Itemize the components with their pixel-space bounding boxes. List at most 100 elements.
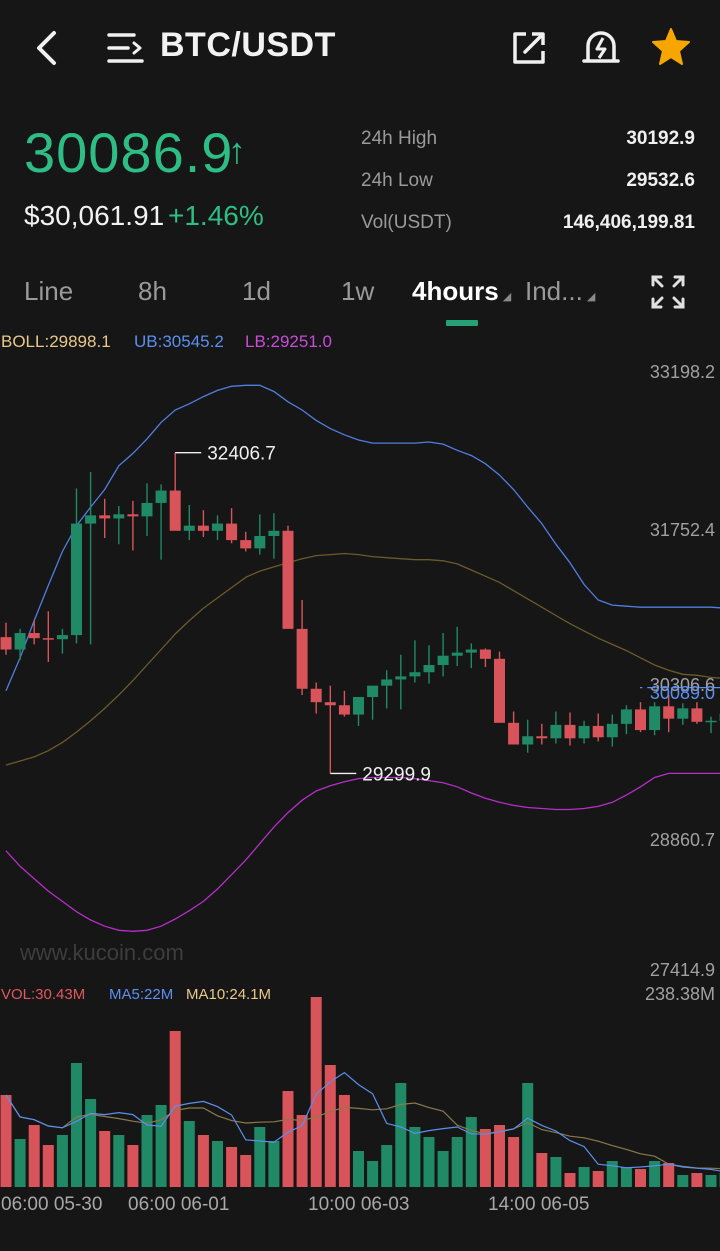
- candle-down: [479, 649, 491, 659]
- date-label: 14:00 06-05: [488, 1194, 590, 1215]
- stat-label-low: 24h Low: [361, 170, 433, 191]
- volume-bar: [169, 1031, 181, 1187]
- low-price-marker: 29299.9: [362, 764, 431, 785]
- volume-bar: [578, 1167, 590, 1187]
- volume-bar: [677, 1175, 689, 1187]
- volume-bar: [85, 1099, 97, 1187]
- external-link-icon[interactable]: [510, 29, 548, 67]
- price-axis-label: 33198.2: [649, 362, 715, 382]
- boll-value: BOLL:29898.1: [1, 332, 111, 351]
- candle-up: [14, 633, 26, 650]
- candle-up: [113, 514, 125, 519]
- candle-down: [564, 724, 576, 739]
- tab-1w[interactable]: 1w: [341, 276, 374, 307]
- candle-up: [212, 523, 223, 531]
- candle-up: [437, 655, 449, 666]
- top-bar: BTC/USDT: [0, 0, 720, 96]
- tab-4hours[interactable]: 4hours ◢: [412, 276, 511, 307]
- tab-line[interactable]: Line: [24, 276, 73, 307]
- candle-down: [282, 530, 294, 629]
- candle-up: [353, 697, 364, 715]
- volume-bar: [254, 1127, 266, 1187]
- volume-chart[interactable]: [0, 990, 720, 1190]
- volume-bar: [127, 1145, 139, 1187]
- candle-up: [183, 525, 195, 531]
- volume-bar: [620, 1167, 632, 1187]
- volume-bar: [494, 1125, 505, 1187]
- volume-bar: [663, 1163, 675, 1187]
- volume-bar: [550, 1157, 562, 1187]
- stat-value-high: 30192.9: [626, 128, 695, 149]
- volume-bar: [353, 1151, 364, 1187]
- candle-up: [578, 725, 590, 739]
- candle-up: [550, 724, 562, 739]
- volume-bar: [423, 1137, 435, 1187]
- candle-up: [451, 652, 463, 656]
- candle-down: [127, 514, 139, 517]
- volume-bar: [310, 997, 322, 1187]
- volume-bar: [212, 1141, 223, 1187]
- volume-bar: [0, 1095, 12, 1187]
- price-axis-label: 27414.9: [649, 960, 715, 980]
- candle-up: [677, 708, 689, 719]
- volume-bar: [240, 1155, 252, 1187]
- chevron-left-icon[interactable]: [30, 30, 62, 66]
- volume-bar: [536, 1153, 548, 1187]
- candle-up: [409, 672, 421, 677]
- candle-up: [465, 649, 477, 653]
- date-label: 06:00 05-30: [1, 1194, 103, 1215]
- candlestick-chart[interactable]: 32406.7 29299.9: [0, 350, 720, 990]
- volume-bar: [381, 1145, 393, 1187]
- candle-down: [324, 702, 336, 706]
- candle-down: [691, 708, 703, 722]
- volume-bar: [71, 1063, 82, 1187]
- volume-bar: [564, 1173, 576, 1187]
- high-price-marker: 32406.7: [207, 444, 276, 465]
- stat-label-high: 24h High: [361, 128, 438, 149]
- candle-up: [395, 676, 407, 680]
- price-up-arrow-icon: ↑: [228, 130, 246, 171]
- tab-indicators-label: Ind...: [525, 276, 583, 306]
- last-price: 30086.9: [24, 121, 234, 184]
- fullscreen-expand-icon[interactable]: [650, 274, 686, 310]
- candle-down: [635, 709, 646, 731]
- volume-bar: [183, 1121, 195, 1187]
- candle-up: [367, 685, 379, 698]
- candle-up: [649, 706, 661, 731]
- volume-bar: [99, 1131, 111, 1187]
- candle-down: [592, 725, 604, 738]
- pair-title[interactable]: BTC/USDT: [160, 26, 336, 65]
- boll-lower-line: [5, 772, 720, 932]
- candle-down: [28, 633, 40, 639]
- volume-bar: [508, 1137, 520, 1187]
- volume-bar: [705, 1175, 717, 1187]
- candle-down: [240, 540, 252, 549]
- tab-1d[interactable]: 1d: [242, 276, 271, 307]
- star-icon[interactable]: [651, 27, 691, 67]
- tab-indicators[interactable]: Ind... ◢: [525, 276, 595, 307]
- candle-down: [0, 637, 12, 650]
- candle-up: [620, 709, 632, 724]
- candle-down: [99, 515, 111, 519]
- candle-down: [42, 638, 54, 640]
- tab-8h[interactable]: 8h: [138, 276, 167, 307]
- candle-up: [522, 736, 534, 745]
- volume-bar: [395, 1083, 407, 1187]
- candle-up: [423, 665, 435, 673]
- volume-bar: [197, 1135, 209, 1187]
- candle-up: [381, 679, 393, 686]
- dropdown-triangle-icon: ◢: [502, 291, 512, 303]
- price-alert-bell-icon[interactable]: [581, 27, 621, 67]
- stat-value-vol: 146,406,199.81: [562, 212, 695, 233]
- candle-down: [508, 722, 520, 745]
- date-label: 10:00 06-03: [308, 1194, 410, 1215]
- price-axis-label: 31752.4: [649, 520, 715, 540]
- boll-upper-value: UB:30545.2: [134, 332, 224, 351]
- active-tab-indicator: [446, 320, 478, 326]
- candle-up: [606, 723, 618, 738]
- volume-bar: [113, 1135, 125, 1187]
- list-menu-icon[interactable]: [106, 31, 146, 65]
- candle-up: [254, 535, 266, 549]
- volume-bar: [367, 1161, 379, 1187]
- volume-bar: [226, 1147, 238, 1187]
